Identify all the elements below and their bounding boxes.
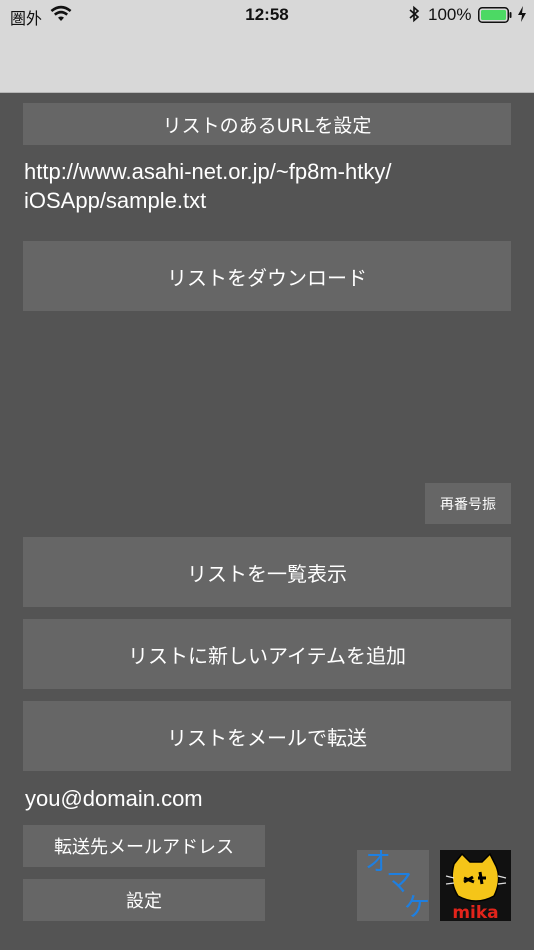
add-item-button[interactable]: リストに新しいアイテムを追加 (23, 619, 511, 689)
set-url-button[interactable]: リストのあるURLを設定 (23, 103, 511, 145)
download-list-button[interactable]: リストをダウンロード (23, 241, 511, 311)
status-bar: 圏外 12:58 100% (0, 0, 534, 32)
mika-cat-icon: mika (440, 850, 511, 921)
show-list-button[interactable]: リストを一覧表示 (23, 537, 511, 607)
charging-bolt-icon (518, 6, 526, 22)
bluetooth-icon (409, 5, 420, 23)
mika-logo-text: mika (452, 903, 498, 921)
navigation-bar (0, 32, 534, 93)
url-line-1: http://www.asahi-net.or.jp/~fp8m-htky/ (24, 159, 392, 184)
mail-list-button[interactable]: リストをメールで転送 (23, 701, 511, 771)
renumber-button[interactable]: 再番号振 (425, 483, 511, 524)
omake-button[interactable]: オ マ ケ (357, 850, 429, 921)
url-line-2: iOSApp/sample.txt (24, 188, 207, 213)
settings-button[interactable]: 設定 (23, 879, 265, 921)
omake-char-3: ケ (404, 893, 429, 921)
battery-percent: 100% (428, 5, 472, 24)
forward-address-button[interactable]: 転送先メールアドレス (23, 825, 265, 867)
list-url-text: http://www.asahi-net.or.jp/~fp8m-htky/ i… (24, 157, 504, 215)
mika-logo-button[interactable]: mika (440, 850, 511, 921)
forward-email-value: you@domain.com (25, 786, 203, 811)
omake-icon: オ マ ケ (365, 850, 429, 921)
battery-icon (478, 7, 512, 23)
